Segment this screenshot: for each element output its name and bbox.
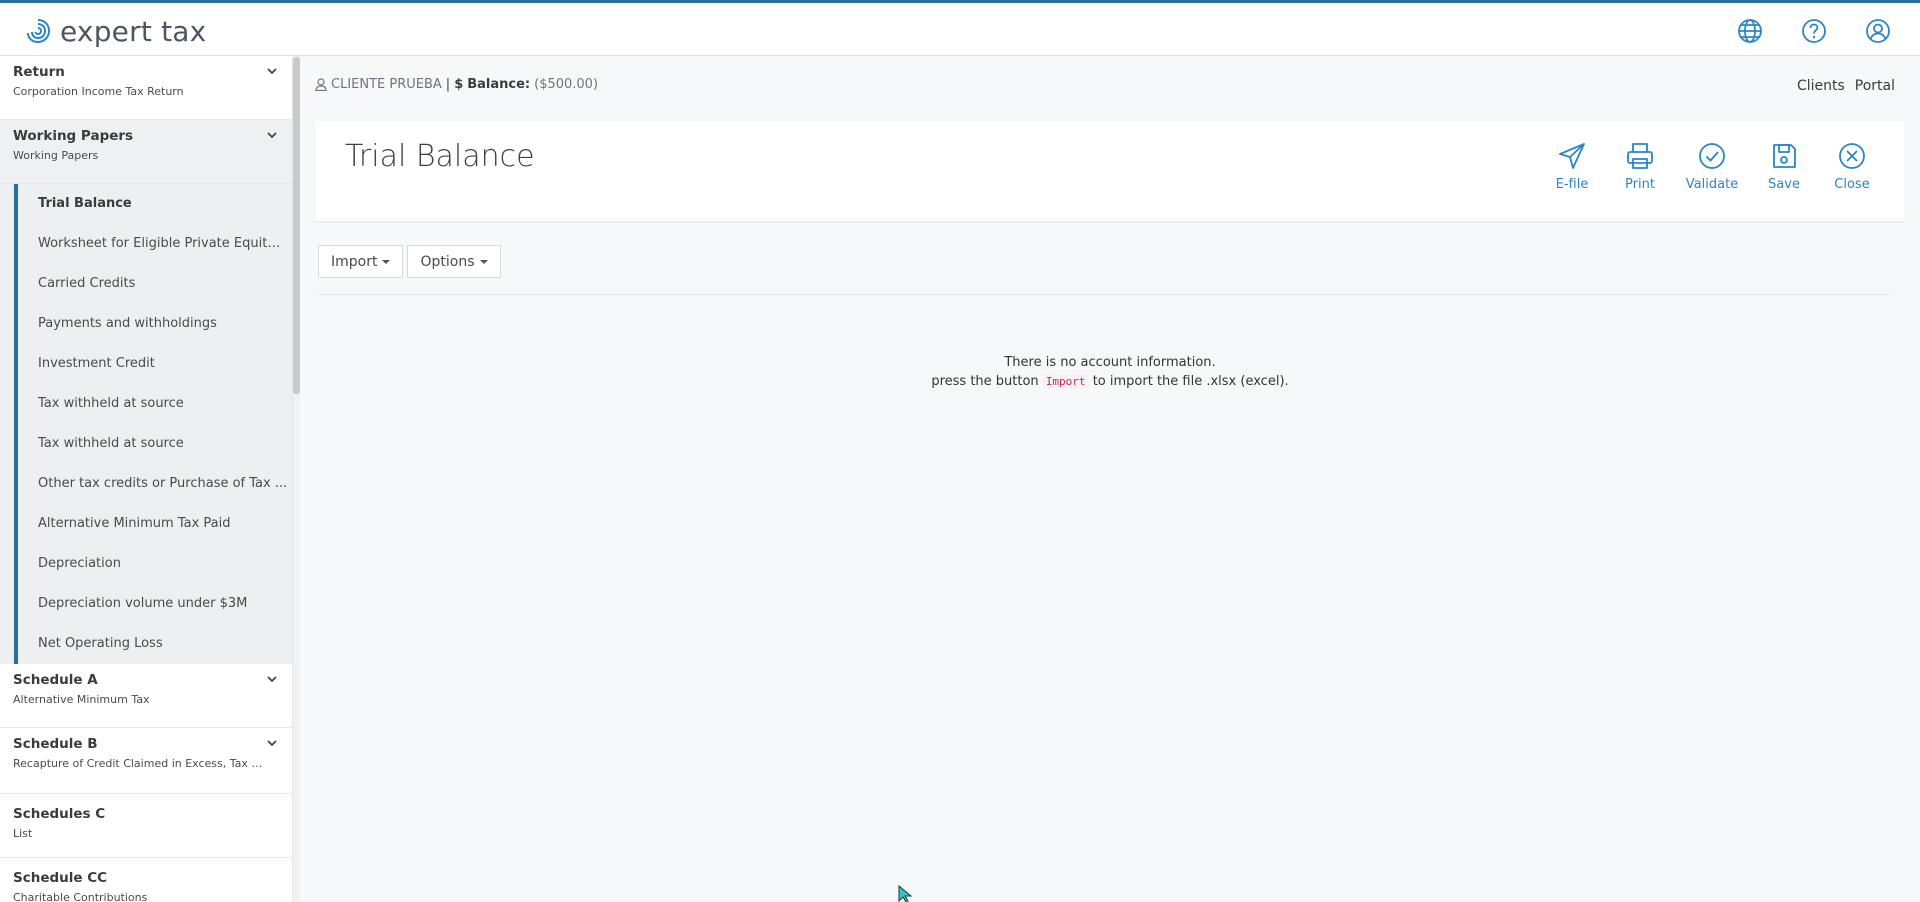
- sidebar-item-carried-credits[interactable]: Carried Credits: [18, 264, 288, 304]
- caret-down-icon: [479, 259, 488, 264]
- chevron-down-icon[interactable]: [266, 673, 278, 685]
- section-subtitle: Alternative Minimum Tax: [13, 693, 150, 706]
- section-title: Schedule CC: [13, 870, 108, 886]
- sidebar-item-net-operating-loss[interactable]: Net Operating Loss: [18, 624, 288, 664]
- section-subtitle: Recapture of Credit Claimed in Excess, T…: [13, 757, 263, 770]
- sidebar-item-tax-withheld-1[interactable]: Tax withheld at source: [18, 384, 288, 424]
- top-nav-links: Clients Portal: [1797, 78, 1895, 94]
- printer-icon: [1627, 143, 1653, 169]
- check-circle-icon: [1699, 143, 1725, 169]
- import-code-hint: Import: [1042, 374, 1089, 389]
- sidebar-section-schedule-a[interactable]: Schedule A Alternative Minimum Tax: [0, 664, 292, 728]
- page-title: Trial Balance: [345, 139, 535, 174]
- empty-state-line2: press the button Import to import the fi…: [830, 372, 1390, 391]
- sidebar-section-schedule-b[interactable]: Schedule B Recapture of Credit Claimed i…: [0, 728, 292, 794]
- section-title: Working Papers: [13, 128, 134, 144]
- sidebar-section-return[interactable]: Return Corporation Income Tax Return: [0, 56, 292, 120]
- client-breadcrumb: CLIENTE PRUEBA | $ Balance: ($500.00): [315, 77, 598, 92]
- section-subtitle: List: [13, 827, 33, 840]
- action-bar: E-file Print Validate Save Close: [1549, 141, 1875, 192]
- user-account-icon[interactable]: [1864, 17, 1892, 45]
- working-papers-list: Trial Balance Worksheet for Eligible Pri…: [14, 184, 292, 664]
- print-label: Print: [1625, 177, 1655, 192]
- section-subtitle: Working Papers: [13, 149, 99, 162]
- close-label: Close: [1834, 177, 1870, 192]
- sidebar-item-depreciation[interactable]: Depreciation: [18, 544, 288, 584]
- section-subtitle: Charitable Contributions: [13, 891, 148, 902]
- sidebar-item-tax-withheld-2[interactable]: Tax withheld at source: [18, 424, 288, 464]
- sidebar-item-depreciation-under-3m[interactable]: Depreciation volume under $3M: [18, 584, 288, 624]
- close-circle-icon: [1839, 143, 1865, 169]
- page-header-card: Trial Balance E-file Print Validate Save…: [315, 121, 1905, 221]
- empty-state-prefix: press the button: [931, 374, 1039, 389]
- empty-state-suffix: to import the file .xlsx (excel).: [1092, 374, 1289, 389]
- section-title: Schedule A: [13, 672, 98, 688]
- validate-button[interactable]: Validate: [1685, 141, 1739, 192]
- section-title: Schedule B: [13, 736, 98, 752]
- person-icon: [315, 78, 327, 91]
- sidebar-item-trial-balance[interactable]: Trial Balance: [18, 184, 288, 224]
- help-icon[interactable]: [1800, 17, 1828, 45]
- validate-label: Validate: [1685, 177, 1739, 192]
- sidebar-item-amt-paid[interactable]: Alternative Minimum Tax Paid: [18, 504, 288, 544]
- sidebar-section-working-papers[interactable]: Working Papers Working Papers: [0, 120, 292, 184]
- mouse-cursor-icon: [898, 885, 913, 902]
- clients-link[interactable]: Clients: [1797, 78, 1845, 94]
- options-label: Options: [420, 253, 475, 270]
- sidebar-section-schedule-cc[interactable]: Schedule CC Charitable Contributions: [0, 858, 292, 902]
- efile-label: E-file: [1555, 177, 1589, 192]
- scrollbar-thumb[interactable]: [293, 57, 300, 394]
- chevron-down-icon[interactable]: [266, 65, 278, 77]
- sidebar-item-investment-credit[interactable]: Investment Credit: [18, 344, 288, 384]
- floppy-disk-icon: [1773, 144, 1796, 168]
- portal-link[interactable]: Portal: [1855, 78, 1895, 94]
- empty-state-message: There is no account information. press t…: [830, 353, 1390, 391]
- logo-swirl-icon: [27, 19, 51, 44]
- balance-label: Balance:: [467, 77, 531, 92]
- send-icon: [1559, 143, 1585, 169]
- toolbar-divider: [318, 294, 1890, 295]
- save-label: Save: [1768, 177, 1800, 192]
- print-button[interactable]: Print: [1617, 141, 1663, 192]
- caret-down-icon: [382, 259, 391, 264]
- import-label: Import: [331, 253, 378, 270]
- section-subtitle: Corporation Income Tax Return: [13, 85, 184, 98]
- import-dropdown-button[interactable]: Import: [318, 245, 404, 278]
- section-title: Return: [13, 64, 65, 80]
- trial-balance-toolbar: Import Options: [318, 245, 501, 278]
- section-title: Schedules C: [13, 806, 106, 822]
- sidebar: Return Corporation Income Tax Return Wor…: [0, 56, 293, 902]
- chevron-down-icon[interactable]: [266, 129, 278, 141]
- options-dropdown-button[interactable]: Options: [407, 245, 501, 278]
- save-button[interactable]: Save: [1761, 141, 1807, 192]
- close-button[interactable]: Close: [1829, 141, 1875, 192]
- sidebar-item-payments-withholdings[interactable]: Payments and withholdings: [18, 304, 288, 344]
- dollar-icon: $: [454, 77, 464, 92]
- globe-icon[interactable]: [1736, 17, 1764, 45]
- logo-text: expert tax: [60, 14, 207, 48]
- sidebar-item-private-equity-worksheet[interactable]: Worksheet for Eligible Private Equity I.…: [18, 224, 288, 264]
- logo[interactable]: expert tax: [24, 14, 206, 48]
- sidebar-scrollbar[interactable]: [293, 56, 300, 902]
- breadcrumb-separator: |: [445, 77, 451, 92]
- balance-value: ($500.00): [534, 77, 599, 92]
- efile-button[interactable]: E-file: [1549, 141, 1595, 192]
- sidebar-item-other-tax-credits[interactable]: Other tax credits or Purchase of Tax ...: [18, 464, 288, 504]
- top-bar: expert tax: [0, 0, 1920, 56]
- empty-state-line1: There is no account information.: [1004, 355, 1216, 370]
- client-name: CLIENTE PRUEBA: [331, 77, 442, 92]
- chevron-down-icon[interactable]: [266, 737, 278, 749]
- sidebar-section-schedules-c[interactable]: Schedules C List: [0, 794, 292, 858]
